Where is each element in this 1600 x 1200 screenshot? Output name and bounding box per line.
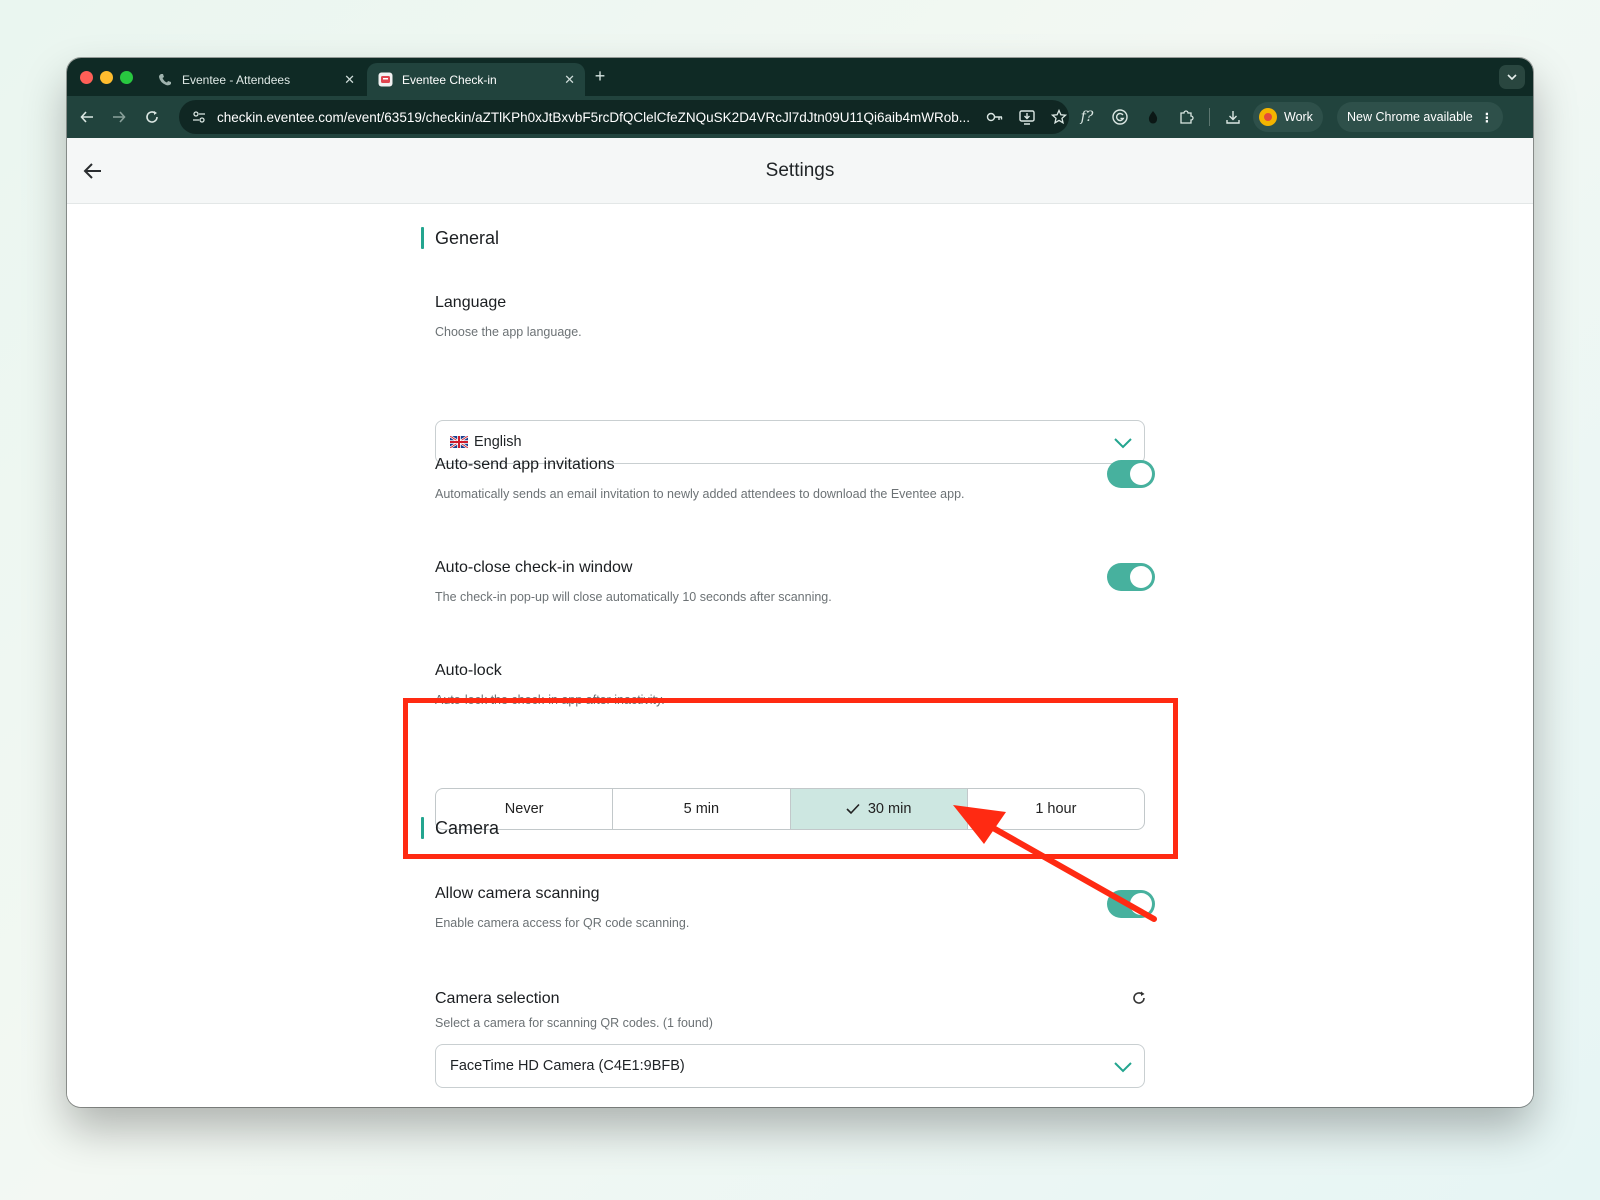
tab-strip: Eventee - Attendees ✕ Eventee Check-in ✕… [67, 58, 1533, 96]
auto-send-description: Automatically sends an email invitation … [435, 487, 965, 501]
update-label: New Chrome available [1347, 110, 1473, 124]
browser-window: Eventee - Attendees ✕ Eventee Check-in ✕… [67, 58, 1533, 1107]
auto-close-description: The check-in pop-up will close automatic… [435, 590, 832, 604]
annotation-arrow [953, 805, 1157, 922]
site-settings-icon[interactable] [189, 107, 209, 127]
auto-close-label: Auto-close check-in window [435, 559, 633, 576]
camera-select[interactable]: FaceTime HD Camera (C4E1:9BFB) [435, 1044, 1145, 1088]
tab-eventee-attendees[interactable]: Eventee - Attendees ✕ [147, 63, 365, 96]
profile-avatar-icon [1259, 108, 1277, 126]
url-text: checkin.eventee.com/event/63519/checkin/… [216, 109, 971, 125]
section-title-camera: Camera [421, 816, 499, 840]
minimize-window-button[interactable] [100, 71, 113, 84]
chevron-down-icon [1113, 1058, 1133, 1076]
new-tab-button[interactable]: + [588, 66, 612, 87]
uk-flag-icon [449, 435, 469, 449]
profile-label: Work [1284, 110, 1313, 124]
more-menu-icon[interactable]: ⋮ [1481, 110, 1494, 125]
language-label: Language [435, 294, 507, 311]
section-title-general: General [421, 226, 499, 250]
allow-camera-label: Allow camera scanning [435, 885, 600, 902]
downloads-icon[interactable] [1223, 107, 1243, 127]
camera-selection-description: Select a camera for scanning QR codes. (… [435, 1016, 713, 1030]
toggle-knob [1130, 566, 1152, 588]
language-value: English [474, 434, 522, 450]
drop-extension-icon[interactable] [1143, 107, 1163, 127]
language-description: Choose the app language. [435, 325, 582, 339]
profile-chip[interactable]: Work [1253, 102, 1323, 132]
camera-selection-label: Camera selection [435, 990, 560, 1007]
bookmark-star-icon[interactable] [1049, 107, 1069, 127]
tab-title: Eventee Check-in [402, 72, 497, 87]
allow-camera-description: Enable camera access for QR code scannin… [435, 916, 690, 930]
maximize-window-button[interactable] [120, 71, 133, 84]
eventee-app-icon [377, 72, 393, 88]
browser-toolbar: checkin.eventee.com/event/63519/checkin/… [67, 96, 1533, 138]
auto-lock-label: Auto-lock [435, 662, 502, 679]
toolbar-divider [1209, 108, 1210, 126]
auto-send-label: Auto-send app invitations [435, 456, 615, 473]
chrome-update-button[interactable]: New Chrome available ⋮ [1337, 102, 1504, 132]
back-arrow-icon[interactable] [75, 105, 99, 129]
page-title: Settings [765, 160, 835, 181]
auto-close-toggle[interactable] [1107, 563, 1155, 591]
camera-value: FaceTime HD Camera (C4E1:9BFB) [450, 1058, 685, 1074]
tab-title: Eventee - Attendees [182, 72, 291, 87]
toggle-knob [1130, 893, 1152, 915]
reload-icon[interactable] [140, 105, 164, 129]
annotation-highlight-box [403, 698, 1178, 859]
allow-camera-toggle[interactable] [1107, 890, 1155, 918]
refresh-icon[interactable] [1131, 990, 1149, 1008]
settings-content: General Language Choose the app language… [67, 204, 1533, 1107]
close-tab-icon[interactable]: ✕ [344, 72, 355, 88]
app-header: Settings [67, 138, 1533, 204]
tab-search-chevron-icon[interactable] [1499, 65, 1525, 89]
grammarly-icon[interactable] [1110, 107, 1130, 127]
close-tab-icon[interactable]: ✕ [564, 72, 575, 88]
extensions-area: f? [1077, 107, 1243, 127]
tab-eventee-checkin[interactable]: Eventee Check-in ✕ [367, 63, 585, 96]
forward-arrow-icon[interactable] [107, 105, 131, 129]
address-bar[interactable]: checkin.eventee.com/event/63519/checkin/… [179, 100, 1069, 134]
install-app-icon[interactable] [1017, 107, 1037, 127]
font-extension-icon[interactable]: f? [1077, 107, 1097, 127]
toggle-knob [1130, 463, 1152, 485]
phone-icon [157, 72, 173, 88]
password-key-icon[interactable] [985, 107, 1005, 127]
extensions-puzzle-icon[interactable] [1176, 107, 1196, 127]
auto-send-toggle[interactable] [1107, 460, 1155, 488]
close-window-button[interactable] [80, 71, 93, 84]
chevron-down-icon [1113, 434, 1133, 452]
